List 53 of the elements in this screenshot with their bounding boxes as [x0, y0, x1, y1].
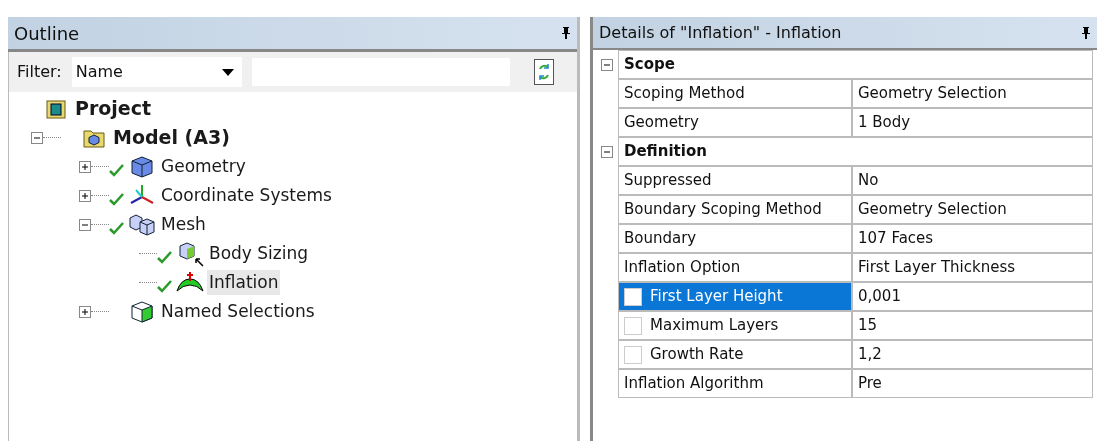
mesh-cubes-icon: [128, 212, 156, 237]
pin-icon[interactable]: [561, 26, 571, 40]
property-value[interactable]: 107 Faces: [852, 224, 1093, 253]
property-value[interactable]: 1 Body: [852, 108, 1093, 137]
collapse-icon[interactable]: [79, 218, 91, 231]
property-value[interactable]: First Layer Thickness: [852, 253, 1093, 282]
panel-title: Outline: [14, 21, 80, 46]
cube-icon: [128, 154, 156, 179]
property-name[interactable]: First Layer Height: [618, 282, 852, 311]
property-name[interactable]: Boundary Scoping Method: [618, 195, 852, 224]
property-name[interactable]: Scoping Method: [618, 79, 852, 108]
cube-cursor-icon: [176, 240, 204, 267]
caret-icon: [221, 68, 234, 76]
property-name[interactable]: Maximum Layers: [618, 311, 852, 340]
tree-item[interactable]: Inflation: [207, 269, 281, 296]
tree-item[interactable]: Geometry: [159, 153, 248, 180]
property-name[interactable]: Geometry: [618, 108, 852, 137]
filter-dropdown[interactable]: Name: [71, 57, 242, 87]
property-name[interactable]: Suppressed: [618, 166, 852, 195]
property-value[interactable]: 0,001: [852, 282, 1093, 311]
property-value[interactable]: Geometry Selection: [852, 79, 1093, 108]
pin-icon[interactable]: [1081, 25, 1091, 40]
tree-item[interactable]: Body Sizing: [207, 240, 311, 267]
group-header[interactable]: Definition: [618, 137, 1093, 166]
property-value[interactable]: 15: [852, 311, 1093, 340]
panel-title: Details of "Inflation" - Inflation: [599, 21, 842, 44]
cube-icon: [128, 299, 156, 324]
property-name[interactable]: Inflation Option: [618, 253, 852, 282]
checkbox[interactable]: [624, 316, 642, 335]
folder-book-icon: [45, 97, 67, 120]
expand-icon[interactable]: [79, 305, 91, 318]
property-value[interactable]: Geometry Selection: [852, 195, 1093, 224]
tree-item[interactable]: Model (A3): [111, 123, 232, 152]
tree-item[interactable]: Mesh: [159, 211, 208, 238]
property-value[interactable]: No: [852, 166, 1093, 195]
tree-item[interactable]: Coordinate Systems: [159, 182, 334, 209]
property-name[interactable]: Boundary: [618, 224, 852, 253]
checkbox[interactable]: [624, 287, 642, 306]
expand-icon[interactable]: [79, 160, 91, 173]
property-value[interactable]: 1,2: [852, 340, 1093, 369]
group-header[interactable]: Scope: [618, 50, 1093, 79]
property-name[interactable]: Inflation Algorithm: [618, 369, 852, 398]
collapse-icon[interactable]: [601, 58, 613, 71]
tree-item[interactable]: Project: [73, 94, 154, 123]
property-name[interactable]: Growth Rate: [618, 340, 852, 369]
refresh-icon[interactable]: [533, 59, 554, 85]
expand-icon[interactable]: [79, 189, 91, 202]
checkbox[interactable]: [624, 345, 642, 364]
property-value[interactable]: Pre: [852, 369, 1093, 398]
collapse-icon[interactable]: [31, 131, 43, 144]
filter-label: Filter:: [17, 61, 62, 83]
tree-item[interactable]: Named Selections: [159, 298, 317, 325]
collapse-icon[interactable]: [601, 145, 613, 158]
